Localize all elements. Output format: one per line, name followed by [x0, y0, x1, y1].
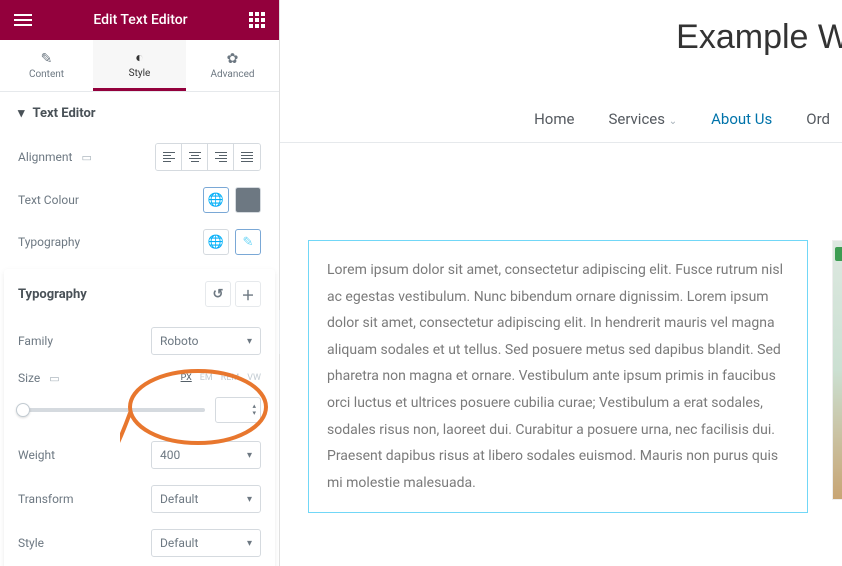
slider-thumb[interactable] [16, 403, 30, 417]
panel-title: Edit Text Editor [93, 12, 187, 28]
align-right-button[interactable] [208, 144, 234, 170]
pencil-icon: ✎ [243, 235, 254, 250]
align-center-icon [189, 152, 201, 162]
style-row: Style Default ▾ [4, 521, 275, 565]
align-left-button[interactable] [156, 144, 182, 170]
gear-icon: ✿ [227, 51, 239, 67]
preview-canvas: Example W Home Services ⌄ About Us Ord L… [280, 0, 842, 566]
section-title: Text Editor [33, 106, 96, 121]
tab-label: Style [129, 68, 151, 79]
family-select[interactable]: Roboto ▾ [151, 327, 261, 355]
size-slider[interactable] [18, 408, 205, 412]
typography-label: Typography [18, 235, 80, 249]
weight-row: Weight 400 ▾ [4, 433, 275, 477]
size-units: PX EM REM VW [181, 373, 261, 383]
text-colour-row: Text Colour 🌐 [0, 179, 279, 221]
contrast-icon: ◐ [135, 49, 143, 66]
text-colour-label: Text Colour [18, 193, 79, 207]
number-stepper[interactable]: ▴▾ [252, 403, 256, 417]
colour-picker[interactable] [235, 187, 261, 213]
tab-advanced[interactable]: ✿ Advanced [186, 40, 279, 91]
unit-px[interactable]: PX [181, 373, 192, 383]
section-toggle[interactable]: ▾ Text Editor [0, 92, 279, 135]
unit-rem[interactable]: REM [221, 373, 240, 383]
size-label: Size ▭ [18, 371, 88, 385]
nav-home[interactable]: Home [534, 110, 574, 128]
weight-label: Weight [18, 448, 88, 462]
panel-tabs: ✎ Content ◐ Style ✿ Advanced [0, 40, 279, 92]
nav-order[interactable]: Ord [806, 110, 830, 128]
typography-popover: Typography ↺ ＋ Family Roboto ▾ Size [4, 269, 275, 566]
tab-label: Content [29, 69, 64, 80]
caret-down-icon: ▾ [18, 106, 25, 121]
add-button[interactable]: ＋ [235, 281, 261, 307]
family-row: Family Roboto ▾ [4, 319, 275, 363]
typography-row: Typography 🌐 ✎ [0, 221, 279, 263]
align-right-icon [215, 152, 227, 162]
text-editor-widget[interactable]: Lorem ipsum dolor sit amet, consectetur … [308, 240, 808, 513]
alignment-row: Alignment ▭ [0, 135, 279, 179]
plus-icon: ＋ [241, 285, 254, 304]
globe-icon: 🌐 [208, 235, 224, 250]
size-slider-row: ▴▾ [4, 393, 275, 433]
popover-title: Typography [18, 287, 87, 302]
transform-row: Transform Default ▾ [4, 477, 275, 521]
font-style-label: Style [18, 536, 88, 550]
desktop-icon[interactable]: ▭ [81, 151, 91, 164]
transform-label: Transform [18, 492, 88, 506]
sidebar-image [832, 240, 842, 500]
desktop-icon[interactable]: ▭ [49, 372, 59, 385]
tab-style[interactable]: ◐ Style [93, 40, 186, 91]
global-colour-button[interactable]: 🌐 [203, 187, 229, 213]
align-center-button[interactable] [182, 144, 208, 170]
tab-content[interactable]: ✎ Content [0, 40, 93, 91]
panel-body: ▾ Text Editor Alignment ▭ Text Colour [0, 92, 279, 566]
family-label: Family [18, 334, 88, 348]
nav-services[interactable]: Services ⌄ [608, 110, 677, 128]
align-justify-button[interactable] [234, 144, 260, 170]
reset-button[interactable]: ↺ [205, 281, 231, 307]
tab-label: Advanced [210, 69, 254, 80]
menu-icon[interactable] [14, 14, 32, 26]
unit-em[interactable]: EM [200, 373, 213, 383]
chevron-down-icon: ▾ [247, 450, 252, 461]
chevron-down-icon: ⌄ [669, 116, 677, 127]
pencil-icon: ✎ [41, 51, 53, 67]
edit-typography-button[interactable]: ✎ [235, 229, 261, 255]
site-title: Example W [676, 18, 842, 57]
nav-about[interactable]: About Us [711, 110, 772, 128]
chevron-down-icon: ▾ [247, 336, 252, 347]
unit-vw[interactable]: VW [247, 373, 261, 383]
apps-icon[interactable] [249, 12, 265, 28]
alignment-label: Alignment ▭ [18, 150, 92, 164]
site-nav: Home Services ⌄ About Us Ord [280, 110, 842, 143]
transform-select[interactable]: Default ▾ [151, 485, 261, 513]
weight-select[interactable]: 400 ▾ [151, 441, 261, 469]
align-left-icon [163, 152, 175, 162]
size-row: Size ▭ PX EM REM VW [4, 363, 275, 393]
align-justify-icon [241, 152, 253, 162]
global-typography-button[interactable]: 🌐 [203, 229, 229, 255]
undo-icon: ↺ [213, 287, 224, 302]
chevron-down-icon: ▾ [247, 538, 252, 549]
sidebar-topbar: Edit Text Editor [0, 0, 279, 40]
chevron-down-icon: ▾ [247, 494, 252, 505]
size-input[interactable]: ▴▾ [215, 397, 261, 423]
globe-icon: 🌐 [208, 193, 224, 208]
style-select[interactable]: Default ▾ [151, 529, 261, 557]
alignment-buttons [155, 143, 261, 171]
editor-sidebar: Edit Text Editor ✎ Content ◐ Style ✿ Adv… [0, 0, 280, 566]
